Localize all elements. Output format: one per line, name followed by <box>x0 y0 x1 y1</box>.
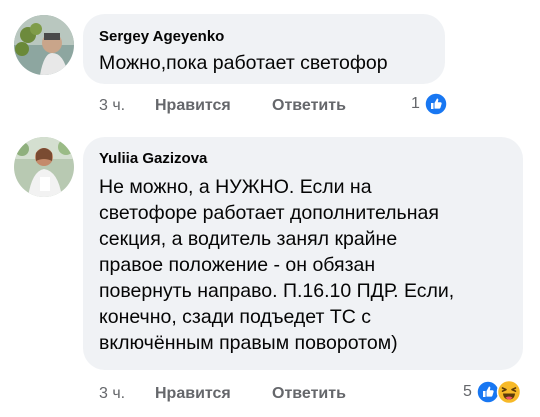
like-button[interactable]: Нравится <box>155 97 231 115</box>
haha-reaction-icon[interactable] <box>496 379 522 410</box>
like-button[interactable]: Нравится <box>155 385 231 403</box>
comment-timestamp[interactable]: 3 ч. <box>99 385 125 403</box>
comment-text-line: секция, а водитель занял крайне <box>99 228 398 250</box>
comment-text: Можно,пока работает светофор <box>99 52 388 74</box>
comment-text-line: светофоре работает дополнительная <box>99 202 439 224</box>
comment-text-line: повернуть направо. П.16.10 ПДР. Если, <box>99 280 455 302</box>
comment-actions: 3 ч. Нравится Ответить <box>99 97 399 117</box>
like-reaction-icon[interactable] <box>424 92 448 121</box>
comment-text-line: конечно, сзади подъедет ТС с <box>99 306 372 328</box>
comment-author[interactable]: Yuliia Gazizova <box>99 150 207 167</box>
comment-actions: 3 ч. Нравится Ответить <box>99 385 399 405</box>
reaction-count[interactable]: 5 <box>463 383 472 401</box>
comment-author[interactable]: Sergey Ageyenko <box>99 28 224 45</box>
avatar[interactable] <box>14 137 74 197</box>
comment-text: Не можно, а НУЖНО. Если на светофоре раб… <box>99 174 519 356</box>
comment-text-line: правое положение - он обязан <box>99 254 376 276</box>
comment-text-line: Не можно, а НУЖНО. Если на <box>99 176 372 198</box>
avatar[interactable] <box>14 15 74 75</box>
reply-button[interactable]: Ответить <box>272 97 346 115</box>
comment-text-line: включённым правым поворотом) <box>99 332 398 354</box>
reply-button[interactable]: Ответить <box>272 385 346 403</box>
comment-timestamp[interactable]: 3 ч. <box>99 97 125 115</box>
reaction-count[interactable]: 1 <box>411 95 420 113</box>
